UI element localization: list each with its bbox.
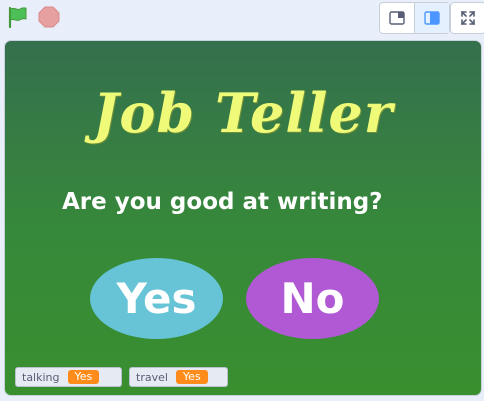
no-button[interactable]: No — [246, 258, 379, 339]
variable-value: Yes — [175, 370, 208, 384]
variable-name: talking — [22, 370, 60, 384]
page-title: Job Teller — [92, 81, 394, 145]
variable-monitor-travel[interactable]: travel Yes — [129, 367, 228, 387]
stage-canvas[interactable]: Job Teller Are you good at writing? Yes … — [4, 40, 482, 396]
variable-value: Yes — [67, 370, 100, 384]
fullscreen-button[interactable] — [451, 3, 484, 33]
yes-button[interactable]: Yes — [90, 258, 223, 339]
stage-header — [0, 0, 484, 38]
green-flag-button[interactable] — [6, 5, 30, 29]
fullscreen-icon — [461, 11, 475, 25]
question-text: Are you good at writing? — [62, 189, 383, 215]
stage-size-toggle — [379, 2, 450, 34]
small-stage-button[interactable] — [380, 3, 414, 33]
green-flag-icon — [8, 6, 27, 29]
variable-monitor-talking[interactable]: talking Yes — [15, 367, 122, 387]
yes-button-label: Yes — [116, 274, 197, 323]
large-stage-icon — [424, 11, 440, 25]
small-stage-icon — [389, 11, 405, 25]
variable-name: travel — [136, 370, 168, 384]
stop-button[interactable] — [38, 6, 60, 28]
fullscreen-group — [450, 2, 484, 34]
no-button-label: No — [280, 274, 345, 323]
large-stage-button[interactable] — [414, 3, 449, 33]
stop-icon — [38, 6, 60, 28]
